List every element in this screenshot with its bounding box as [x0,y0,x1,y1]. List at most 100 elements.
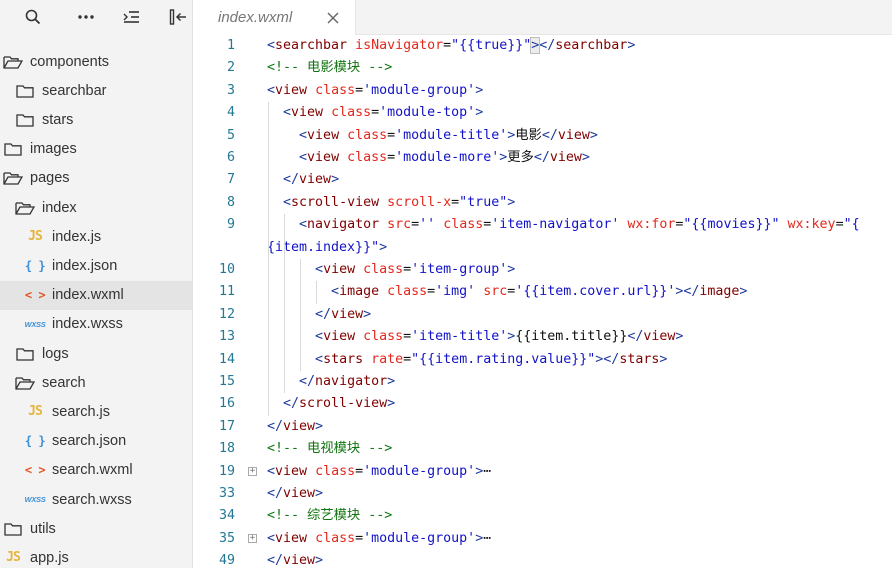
tree-item[interactable]: JS search.js [0,397,192,426]
code-line: 13 <view class='item-title'>{{item.title… [193,326,892,348]
token-tag: view [643,329,676,345]
token-br: > [507,262,516,277]
code-line: 4 <view class='module-top'> [193,102,892,124]
token-br: </ [283,396,300,412]
token-br: </ [539,38,556,53]
tree-item-label: logs [42,345,69,362]
line-number: 19 [218,463,235,479]
token-str: 'item-navigator' [491,217,620,233]
token-br: </ [627,329,644,345]
token-br: < [267,530,276,546]
wxml-file-icon: < > [24,288,46,303]
fold-expand-icon[interactable]: + [248,466,257,476]
line-number: 14 [218,351,235,367]
fold-expand-icon[interactable]: + [248,533,257,543]
line-number: 4 [226,105,235,121]
token-attr: src [483,284,508,300]
tree-item[interactable]: pages [0,164,192,193]
token-str: 'module-group' [363,463,476,479]
tree-item[interactable]: WXSS index.wxss [0,310,192,339]
line-number: 8 [226,194,235,210]
code-line: 10 <view class='item-group'> [193,259,892,281]
token-tag: view [283,486,316,501]
token-str: '{{item.cover.url}}' [515,284,676,300]
token-text: = [387,150,396,165]
code-line: 9 <navigator src='' class='item-navigato… [193,214,892,236]
token-text: = [427,284,436,300]
code-area[interactable]: 1 <searchbar isNavigator="{{true}}"></sea… [193,35,892,568]
token-br: > [675,329,684,345]
code-content: </view> [267,550,323,568]
code-line: 17 </view> [193,416,892,438]
tree-item[interactable]: < > search.wxml [0,456,192,485]
line-number: 49 [218,553,235,568]
line-number: 9 [226,217,235,233]
tab-index-wxml[interactable]: index.wxml [193,0,356,35]
code-line: 33 </view> [193,483,892,505]
code-content: </view> [267,169,339,191]
line-number: 2 [226,60,235,76]
token-tag: view [557,127,590,143]
tree-item[interactable]: search [0,368,192,397]
token-br: > [315,553,324,568]
outline-icon[interactable] [119,5,145,29]
token-br: ></ [595,351,620,367]
token-attr: wx:key [787,217,836,233]
code-line: 16 </scroll-view> [193,393,892,415]
token-attr: rate [371,351,404,367]
token-text: = [443,38,452,53]
tree-item[interactable]: < > index.wxml [0,280,192,310]
tree-item[interactable]: WXSS search.wxss [0,485,192,514]
editor-tab-bar: index.wxml [193,0,892,35]
line-number: 16 [218,396,235,412]
tree-item-label: pages [30,170,70,187]
token-br: </ [267,418,284,434]
search-icon[interactable] [20,5,46,29]
token-br: ></ [675,284,700,300]
token-br: < [299,150,308,165]
tree-item-label: searchbar [42,82,107,99]
token-tag: stars [619,351,660,367]
token-br: </ [541,127,558,143]
token-br: > [363,306,372,322]
tree-item[interactable]: { } search.json [0,427,192,456]
token-tag: view [275,463,308,479]
token-br: > [627,38,636,53]
close-icon[interactable] [327,11,339,24]
tree-item[interactable]: JS app.js [0,543,192,568]
tree-item[interactable]: logs [0,339,192,368]
token-tag: view [549,150,582,165]
tree-item[interactable]: index [0,193,192,222]
folder-open-icon [14,374,36,392]
wxml-file-icon: < > [24,463,46,478]
code-content: </view> [267,416,323,438]
line-number: 17 [218,418,235,434]
token-tag: view [275,530,308,546]
token-str: "true" [459,194,508,210]
tree-item[interactable]: images [0,135,192,164]
code-line: 15 </navigator> [193,371,892,393]
code-content: <view class='module-more'>更多</view> [267,147,590,169]
code-content: <!-- 综艺模块 --> [267,505,392,527]
code-line: 34 <!-- 综艺模块 --> [193,505,892,527]
tree-item[interactable]: utils [0,514,192,543]
tree-item[interactable]: stars [0,105,192,134]
tree-item[interactable]: searchbar [0,76,192,105]
tree-item[interactable]: components [0,47,192,76]
more-icon[interactable] [73,5,99,29]
folder-open-icon [2,169,24,187]
line-number: 10 [218,262,235,277]
token-text: = [371,105,380,121]
json-file-icon: { } [24,258,46,273]
tree-item[interactable]: { } index.json [0,251,192,280]
tree-item[interactable]: JS index.js [0,222,192,251]
collapse-sidebar-icon[interactable] [165,5,191,29]
